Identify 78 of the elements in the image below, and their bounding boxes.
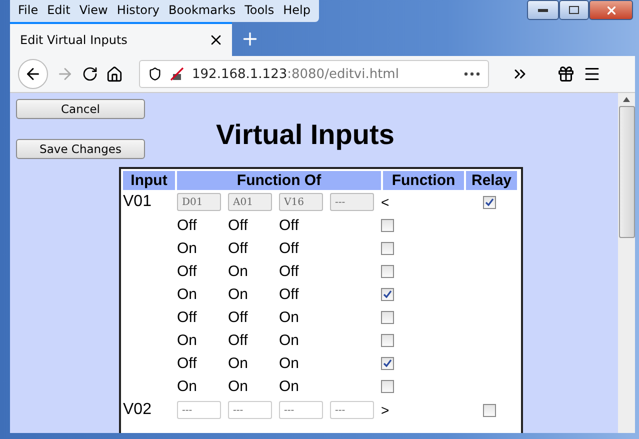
page-button[interactable]: Cancel bbox=[16, 99, 145, 119]
url-text: 192.168.1.123:8080/editvi.html bbox=[192, 66, 400, 82]
state-text: Off bbox=[177, 309, 198, 326]
state-text: On bbox=[279, 332, 300, 349]
state-text: On bbox=[177, 286, 198, 303]
checkbox[interactable] bbox=[381, 311, 394, 324]
state-text: Off bbox=[228, 217, 249, 234]
checkbox[interactable] bbox=[483, 404, 496, 416]
tab-title: Edit Virtual Inputs bbox=[20, 33, 128, 47]
state-text: On bbox=[177, 378, 198, 395]
input-name: V01 bbox=[123, 193, 152, 211]
more-icon[interactable] bbox=[464, 72, 480, 76]
menu-item[interactable]: File bbox=[14, 2, 42, 20]
maximize-button[interactable] bbox=[559, 0, 589, 20]
checkbox[interactable] bbox=[381, 288, 394, 301]
source-field[interactable]: --- bbox=[330, 401, 374, 419]
state-text: Off bbox=[279, 240, 300, 257]
source-field[interactable]: --- bbox=[177, 401, 221, 419]
checkbox[interactable] bbox=[381, 380, 394, 393]
state-text: Off bbox=[279, 286, 300, 303]
source-field[interactable]: --- bbox=[279, 401, 323, 419]
menu-item[interactable]: View bbox=[75, 2, 112, 20]
state-text: Off bbox=[177, 355, 198, 372]
function-symbol: < bbox=[381, 194, 390, 210]
menu-item[interactable]: Edit bbox=[43, 2, 74, 20]
state-text: Off bbox=[228, 332, 249, 349]
source-field[interactable]: --- bbox=[228, 401, 272, 419]
checkbox[interactable] bbox=[381, 334, 394, 347]
maximize-icon bbox=[569, 6, 579, 14]
shield-icon[interactable] bbox=[148, 67, 162, 81]
checkbox[interactable] bbox=[381, 219, 394, 232]
column-header: Relay bbox=[466, 171, 517, 190]
checkbox[interactable] bbox=[381, 242, 394, 255]
checkbox[interactable] bbox=[483, 196, 496, 208]
state-text: Off bbox=[228, 309, 249, 326]
close-icon bbox=[604, 4, 618, 16]
back-button[interactable] bbox=[18, 59, 48, 89]
state-text: On bbox=[228, 286, 250, 303]
state-text: Off bbox=[279, 263, 300, 280]
state-text: On bbox=[228, 355, 250, 372]
minimize-button[interactable] bbox=[527, 0, 559, 20]
state-text: On bbox=[228, 378, 250, 395]
state-text: On bbox=[177, 240, 198, 257]
menu-item[interactable]: Bookmarks bbox=[164, 2, 240, 20]
reload-icon[interactable] bbox=[82, 66, 98, 82]
gift-icon[interactable] bbox=[557, 65, 575, 83]
state-text: On bbox=[279, 355, 300, 372]
state-text: Off bbox=[177, 263, 198, 280]
insecure-lock-icon bbox=[170, 67, 184, 81]
page-heading: Virtual Inputs bbox=[216, 119, 394, 152]
menu-item[interactable]: Help bbox=[279, 2, 314, 20]
page-button[interactable]: Save Changes bbox=[16, 139, 145, 159]
scroll-up-icon[interactable] bbox=[623, 97, 630, 102]
function-symbol: > bbox=[381, 402, 390, 418]
address-bar[interactable]: 192.168.1.123:8080/editvi.html bbox=[139, 60, 489, 88]
checkbox[interactable] bbox=[381, 265, 394, 278]
state-text: On bbox=[228, 263, 250, 280]
close-button[interactable] bbox=[589, 0, 633, 20]
state-text: Off bbox=[279, 217, 300, 234]
state-text: On bbox=[279, 378, 300, 395]
state-text: Off bbox=[228, 240, 249, 257]
back-icon bbox=[24, 65, 42, 83]
state-text: Off bbox=[177, 217, 198, 234]
state-text: On bbox=[177, 332, 198, 349]
column-header: Function Of bbox=[177, 171, 381, 190]
menu-item[interactable]: Tools bbox=[240, 2, 278, 20]
menu-item[interactable]: History bbox=[112, 2, 164, 20]
input-name: V02 bbox=[123, 401, 152, 419]
home-icon[interactable] bbox=[106, 66, 123, 82]
state-text: On bbox=[279, 309, 300, 326]
scroll-thumb[interactable] bbox=[618, 106, 634, 238]
column-header: Function bbox=[383, 171, 464, 190]
column-header: Input bbox=[123, 171, 175, 190]
scrollbar[interactable] bbox=[618, 93, 635, 433]
menu-icon[interactable] bbox=[583, 65, 601, 83]
browser-tab[interactable]: Edit Virtual Inputs bbox=[10, 22, 232, 56]
checkbox[interactable] bbox=[381, 357, 394, 370]
minimize-icon bbox=[538, 8, 548, 12]
